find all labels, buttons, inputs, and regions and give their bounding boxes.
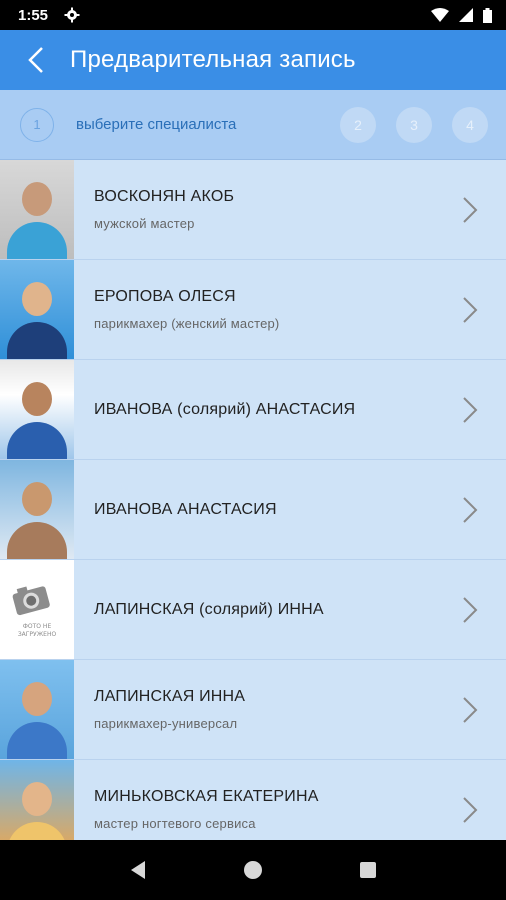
specialist-name: ИВАНОВА (солярий) АНАСТАСИЯ <box>94 400 356 418</box>
camera-icon: ФОТО НЕ ЗАГРУЖЕНО <box>12 586 57 638</box>
chevron-right-icon <box>450 690 490 730</box>
nav-recents-button[interactable] <box>348 850 388 890</box>
specialist-name: ЕРОПОВА ОЛЕСЯ <box>94 288 236 305</box>
specialist-role: мужской мастер <box>94 216 195 231</box>
status-time: 1:55 <box>18 6 49 24</box>
booking-stepper: 1 выберите специалиста 2 3 4 <box>0 90 506 160</box>
svg-text:ЗАГРУЖЕНО: ЗАГРУЖЕНО <box>18 631 57 638</box>
list-item[interactable]: ЛАПИНСКАЯ ИННА парикмахер-универсал <box>0 660 506 760</box>
list-item[interactable]: ВОСКОНЯН АКОБ мужской мастер <box>0 160 506 260</box>
list-item[interactable]: ИВАНОВА (солярий) АНАСТАСИЯ <box>0 360 506 460</box>
chevron-right-icon <box>450 490 490 530</box>
battery-icon <box>483 7 492 23</box>
specialist-photo <box>0 460 74 559</box>
app-bar: Предварительная запись <box>0 30 506 90</box>
nav-back-button[interactable] <box>118 850 158 890</box>
chevron-right-icon <box>450 190 490 230</box>
list-item[interactable]: МИНЬКОВСКАЯ ЕКАТЕРИНА мастер ногтевого с… <box>0 760 506 840</box>
list-item[interactable]: ЕРОПОВА ОЛЕСЯ парикмахер (женский мастер… <box>0 260 506 360</box>
chevron-right-icon <box>450 790 490 830</box>
home-circle-icon <box>243 861 262 879</box>
specialist-name: ВОСКОНЯН АКОБ <box>94 188 235 205</box>
specialist-name: ЛАПИНСКАЯ ИННА <box>94 688 246 705</box>
back-arrow-icon <box>28 47 43 73</box>
step-3-indicator: 3 <box>396 106 432 143</box>
list-item[interactable]: ФОТО НЕ ЗАГРУЖЕНО ЛАПИНСКАЯ (солярий) ИН… <box>0 560 506 660</box>
specialist-photo <box>0 260 74 359</box>
step-2-indicator: 2 <box>340 106 376 143</box>
specialist-name: ИВАНОВА АНАСТАСИЯ <box>94 500 277 518</box>
system-nav-bar <box>0 840 506 900</box>
wifi-icon <box>431 8 449 22</box>
specialist-photo <box>0 360 74 459</box>
specialist-photo <box>0 660 74 759</box>
nav-home-button[interactable] <box>233 850 273 890</box>
chevron-right-icon <box>450 390 490 430</box>
svg-text:ФОТО НЕ: ФОТО НЕ <box>23 623 52 630</box>
settings-gear-icon <box>64 7 80 23</box>
photo-placeholder: ФОТО НЕ ЗАГРУЖЕНО <box>0 560 74 659</box>
recents-square-icon <box>360 862 377 878</box>
back-triangle-icon <box>130 861 145 879</box>
specialist-photo <box>0 160 74 259</box>
specialist-role: мастер ногтевого сервиса <box>94 816 256 831</box>
specialist-role: парикмахер (женский мастер) <box>94 316 280 331</box>
list-item[interactable]: ИВАНОВА АНАСТАСИЯ <box>0 460 506 560</box>
specialist-name: ЛАПИНСКАЯ (солярий) ИННА <box>94 600 324 618</box>
step-label: выберите специалиста <box>76 116 237 133</box>
chevron-right-icon <box>450 590 490 630</box>
status-bar: 1:55 <box>0 0 506 30</box>
signal-icon <box>459 8 473 22</box>
specialist-name: МИНЬКОВСКАЯ ЕКАТЕРИНА <box>94 788 319 805</box>
chevron-right-icon <box>450 290 490 330</box>
specialist-list: ВОСКОНЯН АКОБ мужской мастер ЕРОПОВА ОЛЕ… <box>0 160 506 840</box>
step-1-indicator: 1 <box>20 107 54 142</box>
back-button[interactable] <box>6 30 66 90</box>
step-4-indicator: 4 <box>452 106 488 143</box>
page-title: Предварительная запись <box>70 46 356 73</box>
specialist-role: парикмахер-универсал <box>94 716 238 731</box>
specialist-photo <box>0 760 74 840</box>
